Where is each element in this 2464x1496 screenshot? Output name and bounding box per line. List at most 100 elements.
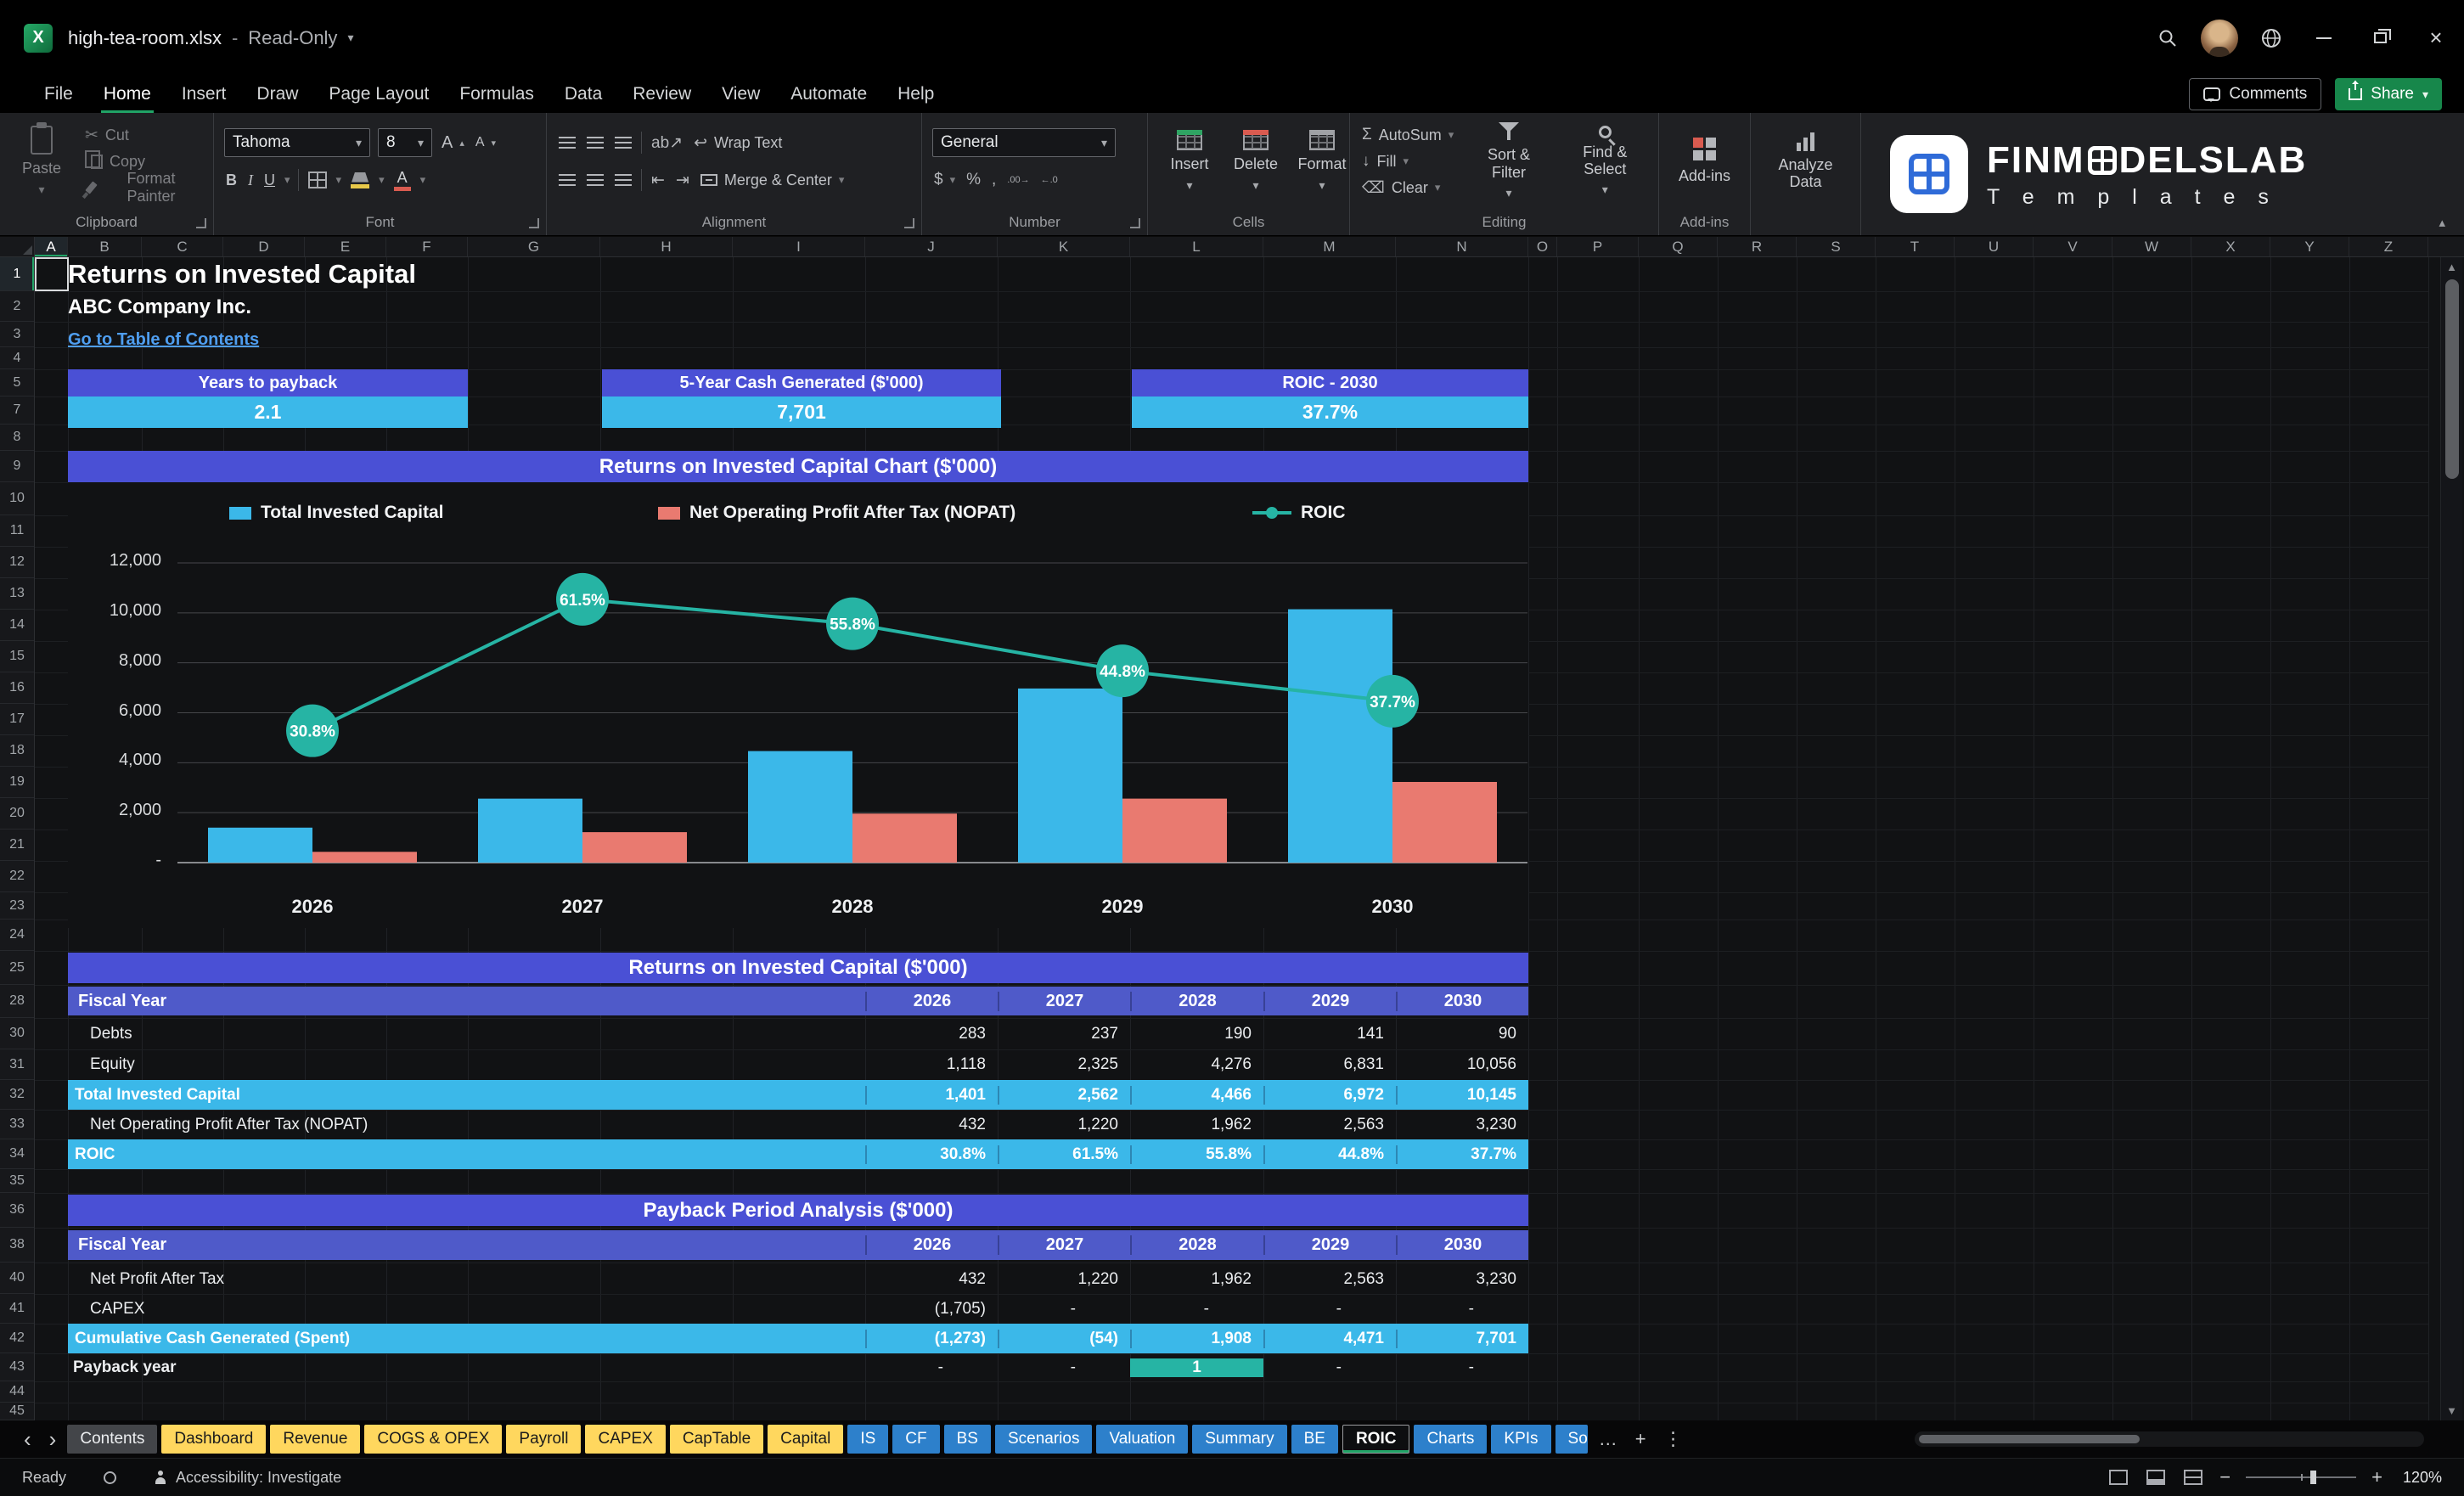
column-header-U[interactable]: U: [1955, 237, 2034, 256]
column-header-Y[interactable]: Y: [2270, 237, 2349, 256]
column-header-Z[interactable]: Z: [2349, 237, 2428, 256]
accessibility-status[interactable]: Accessibility: Investigate: [154, 1469, 341, 1487]
sheet-tab-capital[interactable]: Capital: [768, 1425, 844, 1454]
column-header-W[interactable]: W: [2112, 237, 2191, 256]
menu-item-draw[interactable]: Draw: [241, 76, 313, 113]
merge-center-button[interactable]: Merge & Center ▾: [699, 168, 847, 193]
sheet-tab-so[interactable]: So: [1555, 1425, 1588, 1454]
font-name-select[interactable]: Tahoma ▾: [224, 128, 370, 157]
delete-cells-button[interactable]: Delete ▾: [1224, 128, 1287, 194]
zoom-out-button[interactable]: −: [2219, 1466, 2231, 1488]
restore-button[interactable]: [2352, 0, 2408, 76]
orientation-button[interactable]: ab↗: [650, 131, 684, 155]
sheet-grid[interactable]: 1 2 3 4 5 7 8 9 10 11 12 13 14 15 16 17 18 19 20 21 22 23 24 25…: [0, 257, 2464, 1420]
align-center-button[interactable]: [585, 168, 605, 193]
comments-button[interactable]: Comments: [2189, 78, 2322, 110]
more-sheets-button[interactable]: …: [1592, 1428, 1624, 1450]
clear-button[interactable]: ⌫ Clear ▾: [1360, 176, 1455, 200]
column-header-I[interactable]: I: [733, 237, 865, 256]
zoom-slider-thumb[interactable]: [2309, 1471, 2316, 1484]
dialog-launcher-icon[interactable]: [904, 218, 914, 228]
sheet-menu-button[interactable]: ⋮: [1657, 1428, 1690, 1450]
italic-button[interactable]: I: [246, 168, 255, 193]
font-color-button[interactable]: A: [392, 168, 413, 193]
menu-item-formulas[interactable]: Formulas: [444, 76, 549, 113]
next-sheet-button[interactable]: ›: [42, 1426, 64, 1453]
column-header-L[interactable]: L: [1130, 237, 1263, 256]
menu-item-help[interactable]: Help: [882, 76, 949, 113]
insert-cells-button[interactable]: Insert ▾: [1158, 128, 1221, 194]
menu-item-home[interactable]: Home: [88, 76, 166, 113]
table-of-contents-link[interactable]: Go to Table of Contents: [68, 329, 425, 351]
legend-item[interactable]: ROIC: [1252, 500, 1346, 526]
menu-item-view[interactable]: View: [706, 76, 775, 113]
sheet-tab-valuation[interactable]: Valuation: [1096, 1425, 1189, 1454]
vertical-scrollbar[interactable]: ▲ ▼: [2440, 257, 2462, 1420]
align-left-button[interactable]: [557, 168, 577, 193]
menu-item-page-layout[interactable]: Page Layout: [313, 76, 444, 113]
decrease-decimal-button[interactable]: ←.0: [1039, 168, 1060, 193]
page-break-view-button[interactable]: [2182, 1465, 2204, 1490]
column-header-X[interactable]: X: [2191, 237, 2270, 256]
dialog-launcher-icon[interactable]: [1130, 218, 1140, 228]
sheet-tab-bs[interactable]: BS: [943, 1425, 991, 1454]
zoom-in-button[interactable]: +: [2371, 1466, 2382, 1488]
align-right-button[interactable]: [613, 168, 633, 193]
sheet-tab-be[interactable]: BE: [1291, 1425, 1338, 1454]
column-header-O[interactable]: O: [1528, 237, 1557, 256]
column-header-S[interactable]: S: [1797, 237, 1876, 256]
sheet-tab-payroll[interactable]: Payroll: [506, 1425, 582, 1454]
accounting-format-button[interactable]: $ ▾: [932, 168, 957, 193]
chevron-down-icon[interactable]: ▾: [420, 173, 426, 187]
borders-button[interactable]: [307, 168, 329, 193]
column-header-J[interactable]: J: [865, 237, 998, 256]
font-size-select[interactable]: 8 ▾: [378, 128, 432, 157]
page-layout-view-button[interactable]: [2145, 1465, 2167, 1490]
column-header-E[interactable]: E: [305, 237, 386, 256]
column-header-C[interactable]: C: [142, 237, 223, 256]
menu-item-insert[interactable]: Insert: [166, 76, 242, 113]
share-button[interactable]: Share ▾: [2335, 78, 2442, 110]
horizontal-scrollbar[interactable]: [1915, 1431, 2424, 1447]
increase-font-size-button[interactable]: A ▴: [440, 131, 466, 155]
column-header-A[interactable]: A: [35, 237, 68, 256]
vertical-scroll-thumb[interactable]: [2445, 279, 2459, 479]
column-header-H[interactable]: H: [600, 237, 733, 256]
sheet-tab-summary[interactable]: Summary: [1192, 1425, 1287, 1454]
sheet-tab-kpis[interactable]: KPIs: [1491, 1425, 1551, 1454]
analyze-data-button[interactable]: Analyze Data: [1761, 131, 1850, 192]
chevron-down-icon[interactable]: ▾: [379, 173, 385, 187]
column-header-G[interactable]: G: [468, 237, 600, 256]
number-format-select[interactable]: General ▾: [932, 128, 1116, 157]
fill-button[interactable]: ↓ Fill ▾: [1360, 149, 1455, 174]
select-all-corner[interactable]: [0, 237, 35, 256]
close-button[interactable]: ×: [2408, 0, 2464, 76]
menu-item-data[interactable]: Data: [549, 76, 617, 113]
sheet-tab-charts[interactable]: Charts: [1414, 1425, 1488, 1454]
chevron-down-icon[interactable]: ▾: [284, 173, 290, 187]
bold-button[interactable]: B: [224, 168, 239, 193]
ribbon-collapse-button[interactable]: ▴: [2439, 215, 2445, 230]
normal-view-button[interactable]: [2107, 1465, 2129, 1490]
scroll-up-icon[interactable]: ▲: [2441, 261, 2462, 273]
increase-indent-button[interactable]: ⇥: [674, 168, 691, 193]
minimize-button[interactable]: [2296, 0, 2352, 76]
column-header-R[interactable]: R: [1718, 237, 1797, 256]
sheet-tab-cf[interactable]: CF: [892, 1425, 940, 1454]
column-header-D[interactable]: D: [223, 237, 305, 256]
dialog-launcher-icon[interactable]: [529, 218, 539, 228]
wrap-text-button[interactable]: ↩ Wrap Text: [692, 131, 784, 155]
sheet-tab-scenarios[interactable]: Scenarios: [994, 1425, 1093, 1454]
column-header-F[interactable]: F: [386, 237, 468, 256]
align-middle-button[interactable]: [585, 131, 605, 155]
dialog-launcher-icon[interactable]: [196, 218, 206, 228]
search-icon[interactable]: [2143, 0, 2192, 76]
avatar[interactable]: [2201, 19, 2238, 57]
format-cells-button[interactable]: Format ▾: [1291, 128, 1353, 194]
globe-icon[interactable]: [2247, 0, 2296, 76]
sheet-tab-contents[interactable]: Contents: [67, 1425, 158, 1454]
format-painter-button[interactable]: Format Painter: [83, 170, 203, 205]
chevron-down-icon[interactable]: ▾: [336, 173, 342, 187]
legend-item[interactable]: Net Operating Profit After Tax (NOPAT): [658, 500, 1015, 526]
increase-decimal-button[interactable]: .00→: [1005, 168, 1031, 193]
